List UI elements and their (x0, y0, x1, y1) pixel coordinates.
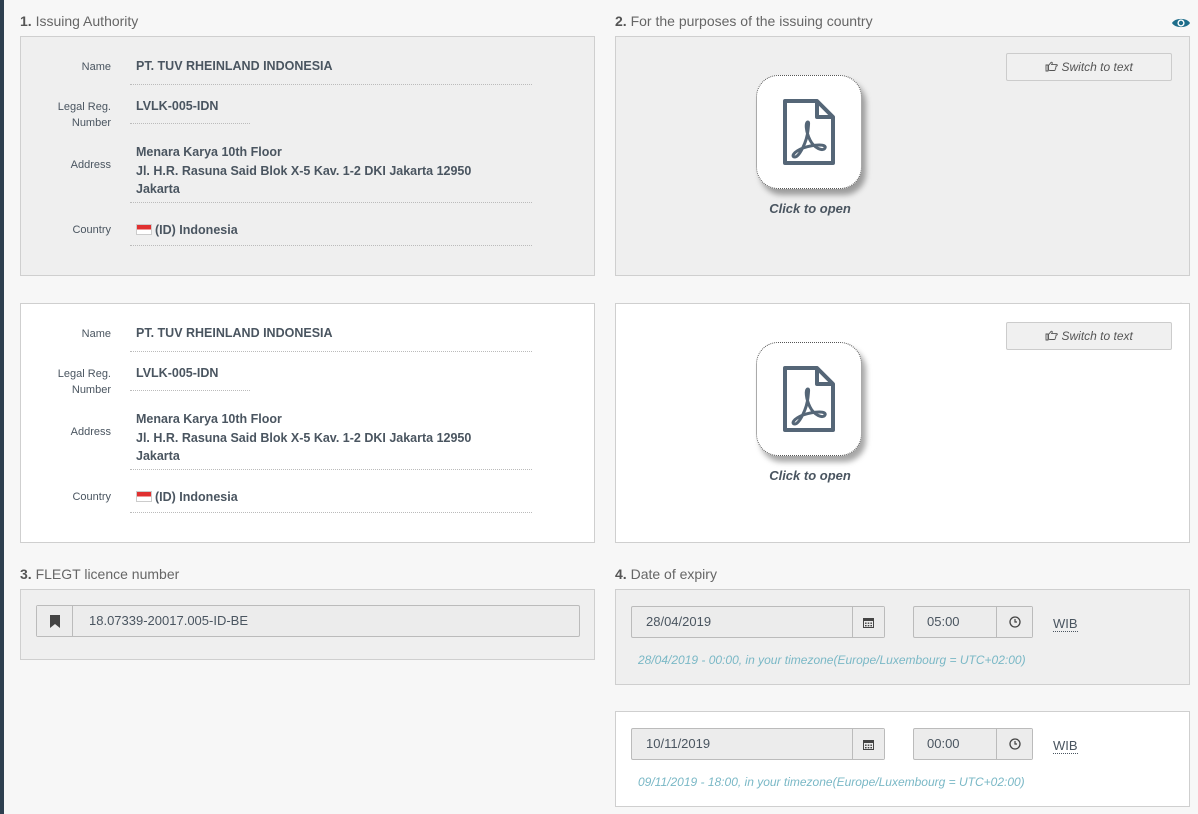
section-1-title-text: Issuing Authority (35, 13, 139, 29)
calendar-button[interactable] (852, 607, 884, 637)
legal-reg-label-line2: Number (71, 117, 111, 129)
divider (130, 123, 250, 124)
legal-reg-label-line1: Legal Reg. (57, 368, 111, 380)
address-value: Menara Karya 10th Floor Jl. H.R. Rasuna … (136, 410, 471, 466)
address-line-1: Menara Karya 10th Floor (136, 145, 282, 159)
section-2-number: 2. (615, 13, 627, 29)
pdf-document-button[interactable] (756, 75, 862, 189)
divider (130, 245, 532, 246)
date-of-expiry-panel-translation: 10/11/2019 00:00 WIB 09/11/2019 - 18:00,… (615, 711, 1190, 807)
switch-to-text-label: Switch to text (1061, 60, 1133, 74)
name-value: PT. TUV RHEINLAND INDONESIA (136, 326, 333, 340)
time-value: 00:00 (927, 736, 960, 751)
date-value: 28/04/2019 (646, 614, 712, 629)
section-3-title-text: FLEGT licence number (35, 566, 180, 582)
left-sidebar-edge (0, 0, 4, 814)
divider (130, 202, 532, 203)
date-of-expiry-panel: 28/04/2019 05:00 WIB 28/04/2019 - 00:00,… (615, 589, 1190, 685)
pdf-file-icon (783, 366, 835, 432)
indonesia-flag-icon (136, 224, 152, 235)
click-to-open-label[interactable]: Click to open (740, 201, 880, 216)
country-value: (ID) Indonesia (136, 221, 238, 240)
date-input[interactable]: 10/11/2019 (631, 728, 885, 760)
issuing-country-document-panel-translation: Switch to text Click to open (615, 303, 1190, 543)
switch-to-text-label: Switch to text (1061, 329, 1133, 343)
name-value: PT. TUV RHEINLAND INDONESIA (136, 59, 333, 73)
name-label: Name (81, 61, 111, 73)
clock-button[interactable] (996, 729, 1032, 759)
address-value: Menara Karya 10th Floor Jl. H.R. Rasuna … (136, 143, 471, 199)
legal-reg-label: Legal Reg. Number (21, 99, 111, 131)
time-input[interactable]: 00:00 (913, 728, 1033, 760)
divider (130, 351, 532, 352)
hand-point-right-icon (1045, 330, 1058, 341)
section-2-title-text: For the purposes of the issuing country (630, 13, 873, 29)
licence-number-value: 18.07339-20017.005-ID-BE (89, 613, 249, 628)
country-label: Country (72, 224, 111, 236)
section-4-title: 4. Date of expiry (615, 566, 717, 582)
address-line-1: Menara Karya 10th Floor (136, 412, 282, 426)
switch-to-text-button[interactable]: Switch to text (1006, 322, 1172, 350)
click-to-open-label[interactable]: Click to open (740, 468, 880, 483)
divider (130, 512, 532, 513)
legal-reg-value: LVLK-005-IDN (136, 99, 219, 113)
section-3-number: 3. (20, 566, 32, 582)
hand-point-right-icon (1045, 61, 1058, 72)
issuing-authority-panel: Name PT. TUV RHEINLAND INDONESIA Legal R… (20, 36, 595, 276)
issuing-authority-panel-translation: Name PT. TUV RHEINLAND INDONESIA Legal R… (20, 303, 595, 543)
licence-addon (37, 606, 73, 636)
pdf-document-button[interactable] (756, 342, 862, 456)
timezone-conversion-note: 28/04/2019 - 00:00, in your timezone(Eur… (638, 653, 1026, 667)
licence-number-panel: 18.07339-20017.005-ID-BE (20, 589, 595, 660)
date-input[interactable]: 28/04/2019 (631, 606, 885, 638)
country-text: (ID) Indonesia (155, 223, 238, 237)
country-value: (ID) Indonesia (136, 488, 238, 507)
section-4-number: 4. (615, 566, 627, 582)
address-line-3: Jakarta (136, 449, 180, 463)
timezone-abbr: WIB (1053, 738, 1078, 754)
address-label: Address (70, 159, 111, 171)
section-4-title-text: Date of expiry (630, 566, 717, 582)
address-line-2: Jl. H.R. Rasuna Said Blok X-5 Kav. 1-2 D… (136, 163, 472, 178)
address-line-2: Jl. H.R. Rasuna Said Blok X-5 Kav. 1-2 D… (136, 430, 472, 445)
divider (130, 84, 532, 85)
clock-icon (1008, 738, 1021, 750)
legal-reg-label-line1: Legal Reg. (57, 101, 111, 113)
time-input[interactable]: 05:00 (913, 606, 1033, 638)
country-text: (ID) Indonesia (155, 490, 238, 504)
calendar-icon (863, 617, 874, 628)
time-value: 05:00 (927, 614, 960, 629)
eye-icon[interactable] (1171, 16, 1191, 30)
clock-button[interactable] (996, 607, 1032, 637)
legal-reg-label-line2: Number (71, 384, 111, 396)
calendar-button[interactable] (852, 729, 884, 759)
pdf-file-icon (783, 99, 835, 165)
legal-reg-label: Legal Reg. Number (21, 366, 111, 398)
country-label: Country (72, 491, 111, 503)
section-1-number: 1. (20, 13, 32, 29)
indonesia-flag-icon (136, 491, 152, 502)
divider (130, 390, 250, 391)
switch-to-text-button[interactable]: Switch to text (1006, 53, 1172, 81)
address-line-3: Jakarta (136, 182, 180, 196)
licence-number-field[interactable]: 18.07339-20017.005-ID-BE (36, 605, 580, 637)
calendar-icon (863, 739, 874, 750)
address-label: Address (70, 426, 111, 438)
name-label: Name (81, 328, 111, 340)
section-3-title: 3. FLEGT licence number (20, 566, 179, 582)
timezone-abbr: WIB (1053, 616, 1078, 632)
legal-reg-value: LVLK-005-IDN (136, 366, 219, 380)
issuing-country-document-panel: Switch to text Click to open (615, 36, 1190, 276)
section-1-title: 1. Issuing Authority (20, 13, 138, 29)
timezone-conversion-note: 09/11/2019 - 18:00, in your timezone(Eur… (638, 775, 1025, 789)
clock-icon (1008, 616, 1021, 628)
section-2-title: 2. For the purposes of the issuing count… (615, 13, 873, 29)
date-value: 10/11/2019 (646, 736, 711, 751)
divider (130, 469, 532, 470)
bookmark-icon (49, 614, 60, 628)
